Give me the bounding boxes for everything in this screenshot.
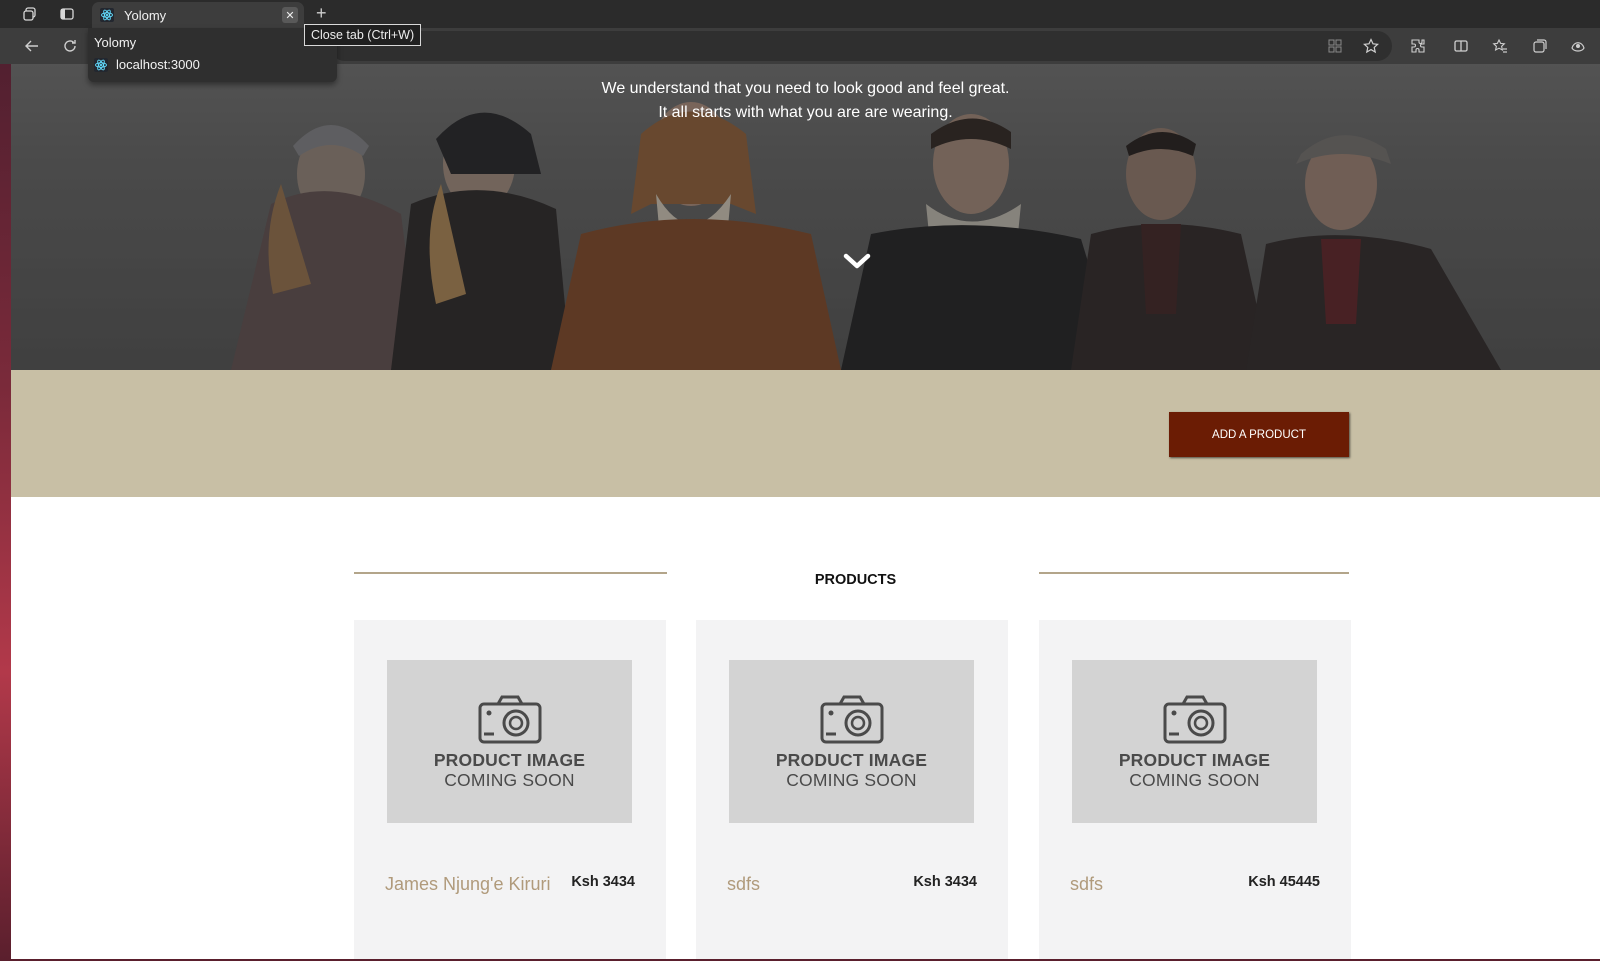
page-viewport: We understand that you need to look good… [11, 64, 1600, 959]
copilot-icon[interactable] [1568, 36, 1588, 56]
hovercard-url-row: localhost:3000 [94, 57, 200, 72]
product-name[interactable]: James Njung'e Kiruri [385, 874, 551, 895]
placeholder-line-2: COMING SOON [1129, 770, 1260, 790]
placeholder-line-2: COMING SOON [786, 770, 917, 790]
extensions-icon[interactable] [1408, 36, 1428, 56]
tab-actions-icon[interactable] [56, 4, 78, 24]
product-price: Ksh 3434 [571, 874, 635, 890]
app-available-icon[interactable] [1325, 36, 1345, 56]
camera-icon [478, 695, 542, 744]
react-favicon-icon [94, 57, 108, 72]
tab-strip: Yolomy ✕ + [0, 0, 1600, 28]
placeholder-line-1: PRODUCT IMAGE [775, 750, 928, 770]
new-tab-icon[interactable]: + [316, 3, 327, 24]
product-card[interactable]: PRODUCT IMAGE COMING SOON sdfs Ksh 3434 [696, 620, 1008, 959]
action-band [11, 370, 1600, 497]
product-image-placeholder: PRODUCT IMAGE COMING SOON [1072, 660, 1317, 823]
refresh-icon[interactable] [60, 36, 80, 56]
product-price: Ksh 3434 [913, 874, 977, 890]
close-tab-tooltip: Close tab (Ctrl+W) [304, 24, 422, 46]
products-heading: PRODUCTS [814, 572, 897, 588]
placeholder-line-1: PRODUCT IMAGE [1118, 750, 1271, 770]
camera-icon [820, 695, 884, 744]
hero-banner: We understand that you need to look good… [11, 64, 1600, 370]
back-icon[interactable] [22, 36, 42, 56]
hero-tagline: We understand that you need to look good… [11, 77, 1600, 125]
workspaces-icon[interactable] [19, 4, 41, 24]
placeholder-line-2: COMING SOON [444, 770, 575, 790]
favorites-icon[interactable] [1490, 36, 1510, 56]
product-image-placeholder: PRODUCT IMAGE COMING SOON [729, 660, 974, 823]
product-name[interactable]: sdfs [727, 874, 760, 895]
camera-icon [1163, 695, 1227, 744]
tab-yolomy[interactable]: Yolomy ✕ [92, 2, 304, 28]
chevron-down-icon[interactable] [843, 250, 871, 274]
split-screen-icon[interactable] [1451, 36, 1471, 56]
add-product-button[interactable]: ADD A PRODUCT [1169, 412, 1349, 457]
collections-icon[interactable] [1530, 36, 1550, 56]
hovercard-title: Yolomy [94, 35, 137, 50]
product-name[interactable]: sdfs [1070, 874, 1103, 895]
product-price: Ksh 45445 [1248, 874, 1320, 890]
tab-title: Yolomy [124, 7, 167, 23]
address-bar[interactable] [330, 31, 1392, 61]
react-favicon-icon [100, 8, 114, 22]
hovercard-url: localhost:3000 [116, 57, 200, 72]
product-image-placeholder: PRODUCT IMAGE COMING SOON [387, 660, 632, 823]
close-icon[interactable]: ✕ [282, 7, 298, 23]
product-card[interactable]: PRODUCT IMAGE COMING SOON James Njung'e … [354, 620, 666, 959]
product-card[interactable]: PRODUCT IMAGE COMING SOON sdfs Ksh 45445 [1039, 620, 1351, 959]
hero-line-2: It all starts with what you are are wear… [658, 104, 953, 121]
favorite-star-icon[interactable] [1361, 36, 1381, 56]
tab-hover-card: Yolomy localhost:3000 [88, 28, 337, 82]
placeholder-line-1: PRODUCT IMAGE [433, 750, 586, 770]
